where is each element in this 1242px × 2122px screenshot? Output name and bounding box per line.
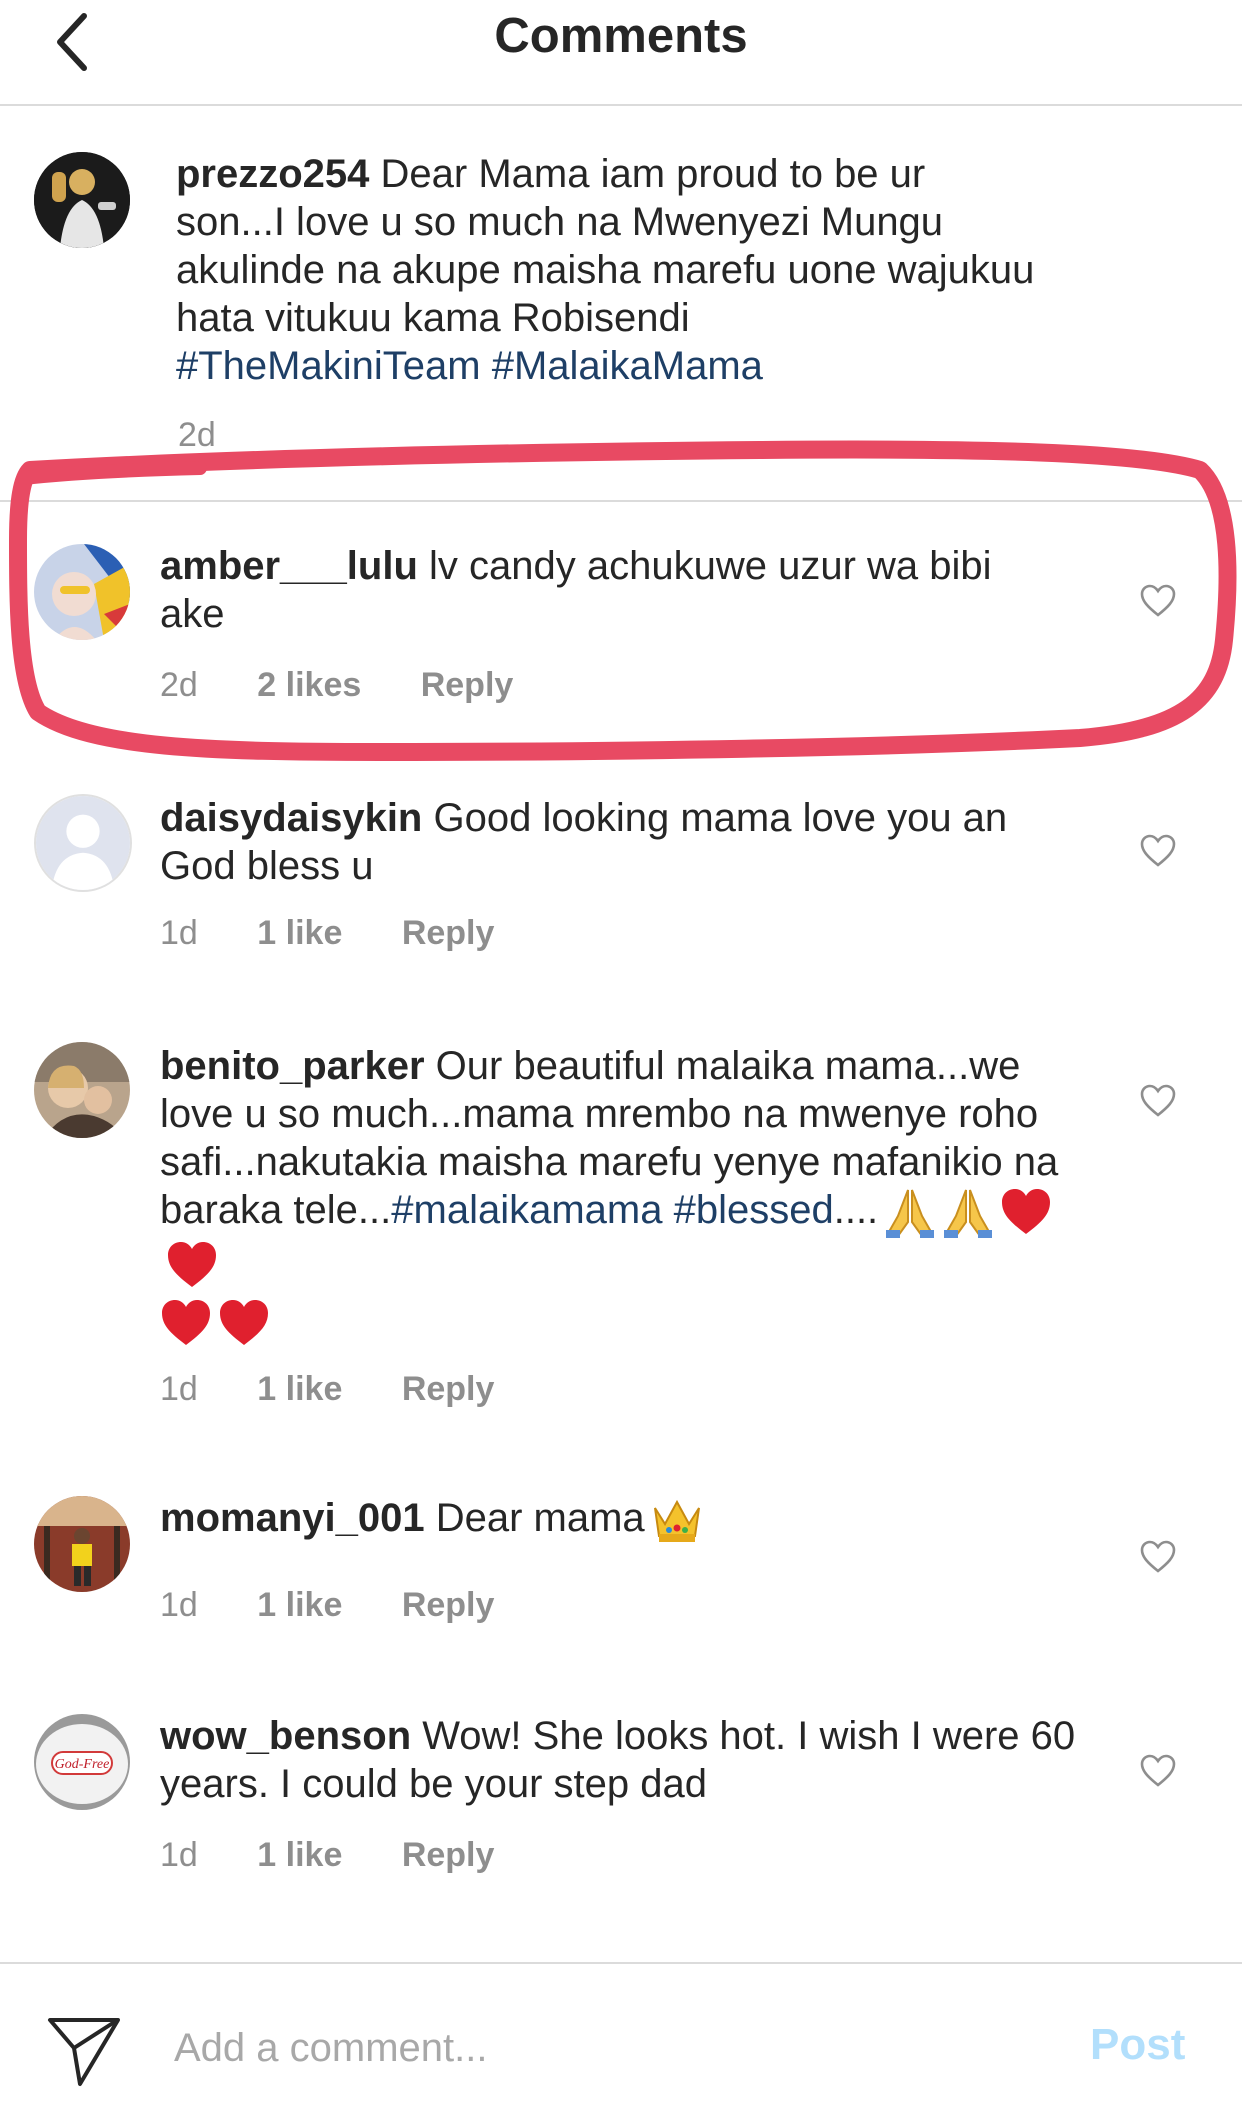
reply-button[interactable]: Reply (421, 666, 514, 705)
caption-username[interactable]: prezzo254 (176, 152, 369, 196)
comment-text: wow_benson Wow! She looks hot. I wish I … (160, 1712, 1080, 1808)
reply-button[interactable]: Reply (402, 914, 495, 953)
caption-post: prezzo254 Dear Mama iam proud to be ur s… (0, 104, 1242, 502)
comment-text: amber___lulu lv candy achukuwe uzur wa b… (160, 542, 1060, 638)
avatar[interactable]: God-Free (34, 1714, 130, 1810)
avatar[interactable] (34, 1042, 130, 1138)
heart-icon[interactable] (1140, 1084, 1176, 1118)
comment-text: daisydaisykin Good looking mama love you… (160, 794, 1090, 890)
comment-item: amber___lulu lv candy achukuwe uzur wa b… (0, 500, 1242, 740)
heart-icon[interactable] (1140, 1754, 1176, 1788)
avatar[interactable] (34, 1496, 130, 1592)
comment-meta: 1d 1 like Reply (160, 1370, 544, 1409)
heart-icon[interactable] (1140, 834, 1176, 868)
comment-item: daisydaisykin Good looking mama love you… (0, 740, 1242, 990)
avatar[interactable] (34, 544, 130, 640)
avatar[interactable] (34, 794, 132, 892)
likes-count[interactable]: 1 like (257, 1836, 342, 1875)
folded-hands-emoji-icon (886, 1190, 935, 1239)
likes-count[interactable]: 1 like (257, 1586, 342, 1625)
caption-text: prezzo254 Dear Mama iam proud to be ur s… (176, 150, 1036, 390)
likes-count[interactable]: 1 like (257, 1370, 342, 1409)
comment-username[interactable]: amber___lulu (160, 544, 418, 588)
comment-username[interactable]: momanyi_001 (160, 1496, 425, 1540)
comment-meta: 1d 1 like Reply (160, 914, 544, 953)
likes-count[interactable]: 1 like (257, 914, 342, 953)
hashtag-link[interactable]: #TheMakiniTeam (176, 344, 481, 388)
comment-item: benito_parker Our beautiful malaika mama… (0, 990, 1242, 1450)
comment-text: momanyi_001 Dear mama (160, 1494, 1060, 1546)
comment-time: 1d (160, 1836, 198, 1874)
avatar-logo-text: God-Free (55, 1757, 110, 1772)
reply-button[interactable]: Reply (402, 1836, 495, 1875)
comment-composer: Post (0, 1962, 1242, 2122)
comment-username[interactable]: daisydaisykin (160, 796, 422, 840)
page-title: Comments (494, 9, 748, 63)
red-heart-emoji-icon (168, 1241, 216, 1287)
heart-icon[interactable] (1140, 584, 1176, 618)
reply-button[interactable]: Reply (402, 1586, 495, 1625)
comment-body: Dear mama (435, 1496, 645, 1540)
default-avatar-icon (36, 796, 130, 890)
caption-time: 2d (178, 416, 216, 454)
comment-username[interactable]: benito_parker (160, 1044, 425, 1088)
red-heart-emoji-icon (1002, 1189, 1051, 1235)
hashtag-link[interactable]: #MalaikaMama (492, 344, 763, 388)
comment-meta: 1d 1 like Reply (160, 1586, 544, 1625)
folded-hands-emoji-icon (944, 1190, 993, 1239)
comment-time: 2d (160, 666, 198, 704)
hashtag-link[interactable]: #malaikamama (391, 1188, 662, 1232)
comment-time: 1d (160, 1370, 198, 1408)
reply-button[interactable]: Reply (402, 1370, 495, 1409)
comment-item: God-Free wow_benson Wow! She looks hot. … (0, 1660, 1242, 1960)
red-heart-emoji-icon (220, 1299, 268, 1345)
comment-time: 1d (160, 914, 198, 952)
avatar[interactable] (34, 152, 130, 248)
comment-username[interactable]: wow_benson (160, 1714, 411, 1758)
comment-body-suffix: .... (833, 1188, 879, 1232)
post-button[interactable]: Post (1090, 2020, 1185, 2070)
comment-time: 1d (160, 1586, 198, 1624)
crown-emoji-icon (653, 1500, 700, 1543)
comment-text: benito_parker Our beautiful malaika mama… (160, 1042, 1080, 1349)
send-icon[interactable] (46, 2014, 122, 2088)
caption-meta: 2d (178, 416, 266, 455)
comment-item: momanyi_001 Dear mama 1d 1 like Reply (0, 1450, 1242, 1660)
header-bar: Comments (0, 0, 1242, 106)
comment-meta: 1d 1 like Reply (160, 1836, 544, 1875)
likes-count[interactable]: 2 likes (257, 666, 361, 705)
comment-input[interactable] (172, 2012, 1056, 2084)
comment-meta: 2d 2 likes Reply (160, 666, 563, 705)
hashtag-link[interactable]: #blessed (674, 1188, 834, 1232)
heart-icon[interactable] (1140, 1540, 1176, 1574)
red-heart-emoji-icon (162, 1299, 210, 1345)
